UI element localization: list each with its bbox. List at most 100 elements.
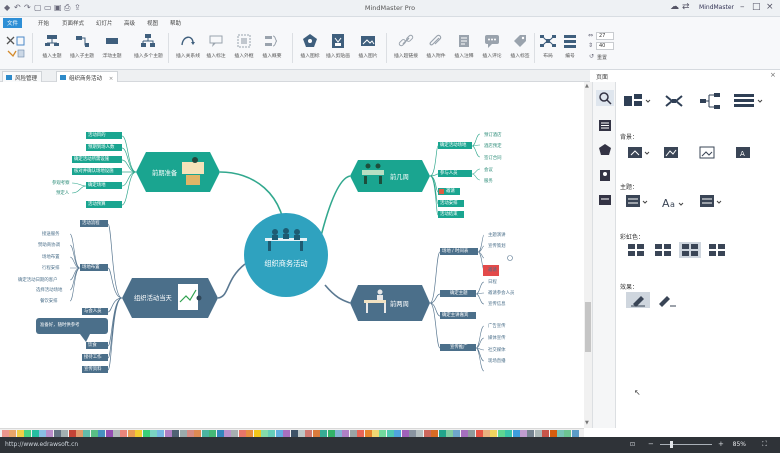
map-node[interactable]: 嘉宾 (486, 256, 495, 261)
map-node[interactable]: 服务 (484, 179, 493, 184)
color-swatch[interactable] (268, 430, 276, 437)
map-node[interactable]: 确定场地 (88, 183, 106, 188)
insert-topic-button[interactable]: 插入主题 (38, 31, 66, 65)
scroll-down-icon[interactable]: ▼ (585, 420, 589, 426)
color-swatch[interactable] (179, 430, 187, 437)
menu-view[interactable]: 视图 (143, 18, 162, 28)
color-swatch[interactable] (135, 430, 143, 437)
color-swatch[interactable] (520, 430, 527, 437)
color-swatch[interactable] (224, 430, 231, 437)
map-node[interactable]: 宣传策划 (488, 244, 506, 249)
color-swatch[interactable] (483, 430, 490, 437)
map-node[interactable]: 确定活动场地 (440, 143, 466, 148)
map-node[interactable]: 广告宣传 (488, 324, 506, 329)
color-swatch[interactable] (438, 430, 446, 437)
map-node[interactable]: 参观考察 (52, 181, 70, 186)
reset-button[interactable]: 重置 (597, 54, 607, 61)
color-swatch[interactable] (187, 430, 194, 437)
color-swatch[interactable] (246, 430, 254, 437)
close-button[interactable]: × (766, 2, 774, 12)
color-swatch[interactable] (320, 430, 328, 437)
color-swatch[interactable] (557, 430, 564, 437)
insert-picture-button[interactable]: 插入图片 (354, 31, 382, 65)
color-swatch[interactable] (542, 430, 550, 437)
color-swatch[interactable] (342, 430, 350, 437)
scroll-thumb[interactable] (585, 302, 591, 352)
map-node[interactable]: 活动预算 (88, 202, 106, 207)
insert-hyperlink-button[interactable]: 插入超链接 (392, 31, 420, 65)
color-swatch[interactable] (505, 430, 513, 437)
zoom-out-icon[interactable]: − (648, 440, 654, 448)
color-swatch[interactable] (31, 430, 39, 437)
insert-comment-button[interactable]: 插入评论 (478, 31, 506, 65)
color-palette-bar[interactable] (0, 428, 584, 437)
map-node[interactable]: 赞助商协调 (38, 243, 60, 248)
color-swatch[interactable] (386, 430, 394, 437)
color-swatch[interactable] (53, 430, 61, 437)
map-node[interactable]: 邀请 (488, 268, 497, 273)
color-swatch[interactable] (76, 430, 83, 437)
spacing-v-input[interactable]: 40 (596, 42, 614, 50)
map-node[interactable]: 接待工作 (84, 355, 102, 360)
insert-multiple-topics-button[interactable]: 插入多个主题 (134, 31, 163, 65)
map-node[interactable]: 确定主题 (450, 291, 468, 296)
color-swatch[interactable] (490, 430, 498, 437)
map-node[interactable]: 场地布置 (82, 265, 100, 270)
color-swatch[interactable] (275, 430, 283, 437)
branch-prep[interactable]: 前期准备 (152, 168, 177, 177)
map-node[interactable]: 饮食 (88, 343, 97, 348)
insert-relationship-button[interactable]: 插入关系线 (174, 31, 202, 65)
insert-tag-button[interactable]: 插入标签 (506, 31, 534, 65)
color-swatch[interactable] (127, 430, 135, 437)
color-swatch[interactable] (364, 430, 372, 437)
map-node[interactable]: 确定活动日期的客户 (18, 278, 58, 283)
color-swatch[interactable] (253, 430, 261, 437)
map-node[interactable]: 确定主讲嘉宾 (442, 313, 468, 318)
map-node[interactable]: 选择活动场地 (36, 288, 62, 293)
map-node[interactable]: 现场直播 (488, 359, 506, 364)
numbering-button[interactable]: 编号 (556, 31, 584, 65)
color-swatch[interactable] (209, 430, 217, 437)
map-node[interactable]: 宣传信息 (488, 302, 506, 307)
background-options[interactable]: A (624, 144, 764, 162)
floating-topic-button[interactable]: 浮动主题 (98, 31, 126, 65)
tab-risk-management[interactable]: 风险管理 (2, 71, 43, 82)
color-swatch[interactable] (453, 430, 461, 437)
insert-callout-button[interactable]: 插入标注 (202, 31, 230, 65)
map-node[interactable]: 主题演讲 (488, 233, 506, 238)
color-swatch[interactable] (113, 430, 120, 437)
minimize-button[interactable]: – (740, 2, 745, 12)
color-swatch[interactable] (401, 430, 409, 437)
theme-options[interactable]: Aa (624, 192, 744, 212)
color-swatch[interactable] (564, 430, 572, 437)
color-swatch[interactable] (39, 430, 46, 437)
center-topic-shape[interactable] (244, 213, 328, 297)
color-swatch[interactable] (120, 430, 128, 437)
color-swatch[interactable] (312, 430, 320, 437)
map-node[interactable]: 确定活动所需设施 (74, 157, 109, 162)
zoom-slider[interactable] (660, 444, 712, 445)
map-node[interactable]: 场地布置 (42, 255, 60, 260)
color-swatch[interactable] (298, 430, 305, 437)
map-node[interactable]: 活动结束 (440, 212, 458, 217)
fullscreen-icon[interactable]: ⛶ (762, 440, 767, 449)
color-swatch[interactable] (468, 430, 476, 437)
color-swatch[interactable] (164, 430, 172, 437)
color-swatch[interactable] (475, 430, 483, 437)
color-swatch[interactable] (194, 430, 202, 437)
map-node[interactable]: 核对并确认场地设施 (74, 169, 114, 174)
map-node[interactable]: 社交媒体 (488, 348, 506, 353)
map-node[interactable]: 活动流程 (82, 221, 100, 226)
effect-options[interactable] (626, 292, 686, 310)
reset-icon[interactable]: ↺ (589, 53, 594, 60)
insert-boundary-button[interactable]: 插入外框 (230, 31, 258, 65)
map-node[interactable]: 宣传推广 (450, 345, 468, 350)
color-swatch[interactable] (379, 430, 387, 437)
color-swatch[interactable] (261, 430, 268, 437)
zoom-slider-handle[interactable] (670, 441, 673, 448)
map-node[interactable]: 宣传资料 (84, 367, 102, 372)
map-node[interactable]: 与会人员 (84, 309, 102, 314)
color-swatch[interactable] (142, 430, 150, 437)
scroll-up-icon[interactable]: ▲ (585, 83, 589, 89)
color-swatch[interactable] (24, 430, 32, 437)
